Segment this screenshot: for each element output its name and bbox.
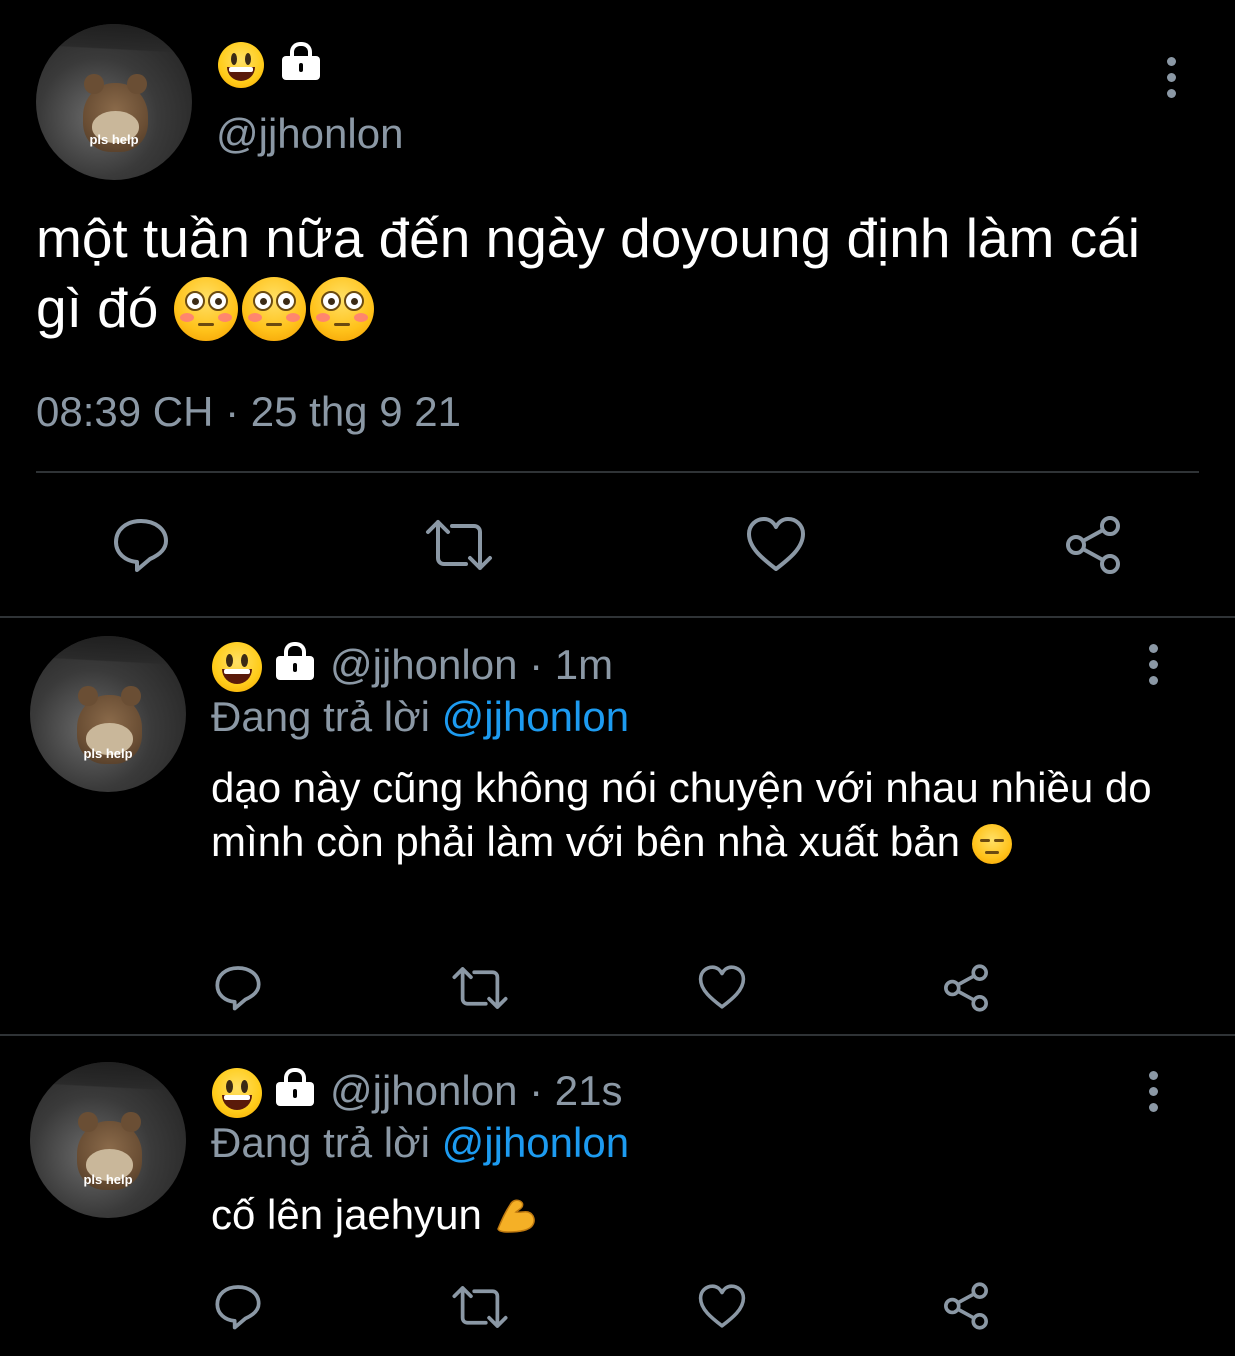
grinning-face-emoji: [218, 42, 264, 88]
avatar-caption: pls help: [83, 746, 133, 761]
flushed-face-emoji: [241, 277, 306, 341]
reply-tweet[interactable]: pls help @jjhonlon · 1m Đang trả lời @jj…: [0, 618, 1235, 1034]
more-options-icon[interactable]: [1145, 1071, 1161, 1119]
tweet-thread-page: pls help @jjhonlon một tuần nữa đến ngày…: [0, 0, 1235, 1356]
avatar[interactable]: pls help: [30, 1062, 186, 1218]
replying-to-prefix: Đang trả lời: [211, 1119, 430, 1166]
lock-icon: [280, 40, 322, 82]
lock-icon: [274, 640, 316, 682]
share-icon[interactable]: [941, 963, 991, 1013]
lock-icon: [274, 1066, 316, 1108]
flushed-face-emoji: [173, 277, 238, 341]
avatar[interactable]: pls help: [30, 636, 186, 792]
like-icon[interactable]: [745, 515, 807, 573]
retweet-icon[interactable]: [424, 516, 494, 574]
tweet-timestamp[interactable]: 08:39 CH · 25 thg 9 21: [36, 388, 461, 436]
share-icon[interactable]: [1062, 514, 1124, 576]
more-options-icon[interactable]: [1163, 57, 1179, 105]
replying-to-line: Đang trả lời @jjhonlon: [211, 693, 629, 741]
flexed-biceps-emoji: [496, 1199, 535, 1233]
reply-icon[interactable]: [214, 1282, 262, 1330]
grinning-face-emoji: [212, 1068, 262, 1118]
more-options-icon[interactable]: [1145, 644, 1161, 692]
retweet-icon[interactable]: [451, 1283, 509, 1331]
avatar-caption: pls help: [89, 132, 139, 147]
pensive-face-emoji: [971, 824, 1012, 864]
avatar-caption: pls help: [83, 1172, 133, 1187]
replying-to-mention[interactable]: @jjhonlon: [442, 1119, 629, 1166]
reply-icon[interactable]: [112, 515, 170, 573]
replying-to-prefix: Đang trả lời: [211, 693, 430, 740]
tweet-text: một tuần nữa đến ngày doyoung định làm c…: [36, 203, 1186, 343]
flushed-face-emoji: [309, 277, 374, 341]
reply-icon[interactable]: [214, 963, 262, 1011]
reply-handle-time[interactable]: @jjhonlon · 1m: [330, 641, 613, 689]
replying-to-line: Đang trả lời @jjhonlon: [211, 1119, 629, 1167]
reply-text: cố lên jaehyun: [211, 1188, 1171, 1242]
like-icon[interactable]: [697, 1283, 747, 1329]
avatar[interactable]: pls help: [36, 24, 192, 180]
replying-to-mention[interactable]: @jjhonlon: [442, 693, 629, 740]
reply-text: dạo này cũng không nói chuyện với nhau n…: [211, 761, 1171, 869]
reply-handle-time[interactable]: @jjhonlon · 21s: [330, 1067, 622, 1115]
reply-tweet[interactable]: pls help @jjhonlon · 21s Đang trả lời @j…: [0, 1036, 1235, 1356]
divider: [36, 471, 1199, 473]
user-handle[interactable]: @jjhonlon: [216, 110, 403, 158]
grinning-face-emoji: [212, 642, 262, 692]
main-tweet: pls help @jjhonlon một tuần nữa đến ngày…: [0, 0, 1235, 616]
like-icon[interactable]: [697, 964, 747, 1010]
retweet-icon[interactable]: [451, 964, 509, 1012]
reply-body: cố lên jaehyun: [211, 1191, 482, 1238]
share-icon[interactable]: [941, 1281, 991, 1331]
